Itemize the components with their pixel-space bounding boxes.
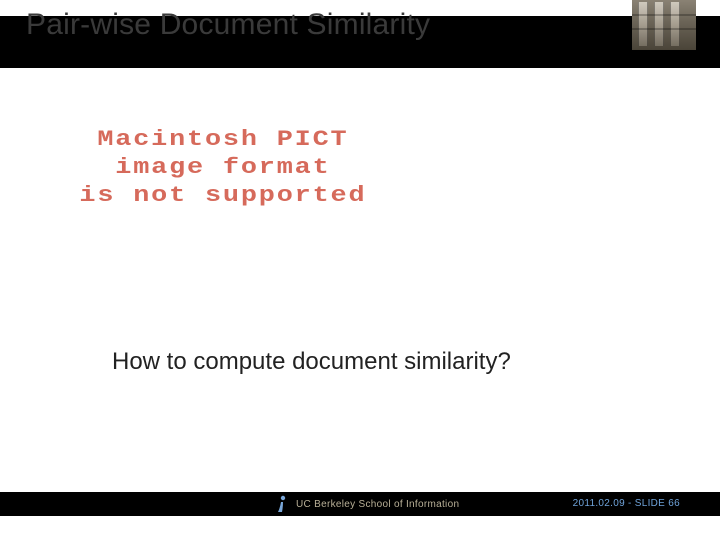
footer-slide-number: 66: [668, 498, 680, 509]
footer-logo: UC Berkeley School of Information: [276, 494, 459, 514]
slide-title: Pair-wise Document Similarity: [26, 8, 430, 42]
pict-unsupported-message: Macintosh PICT image format is not suppo…: [32, 126, 414, 210]
pict-line-3: is not supported: [32, 182, 414, 210]
slide: Pair-wise Document Similarity Macintosh …: [0, 0, 720, 540]
pict-line-1: Macintosh PICT: [32, 126, 414, 154]
ischool-icon: [276, 495, 290, 513]
decorative-building-image: [632, 0, 696, 50]
body-question: How to compute document similarity?: [112, 348, 511, 376]
footer-slide-label: - SLIDE: [628, 498, 665, 509]
pict-line-2: image format: [32, 154, 414, 182]
footer-org-text: UC Berkeley School of Information: [296, 499, 459, 510]
footer-meta: 2011.02.09 - SLIDE 66: [573, 498, 680, 509]
footer-date: 2011.02.09: [573, 498, 625, 509]
footer-bar: UC Berkeley School of Information 2011.0…: [0, 492, 720, 516]
